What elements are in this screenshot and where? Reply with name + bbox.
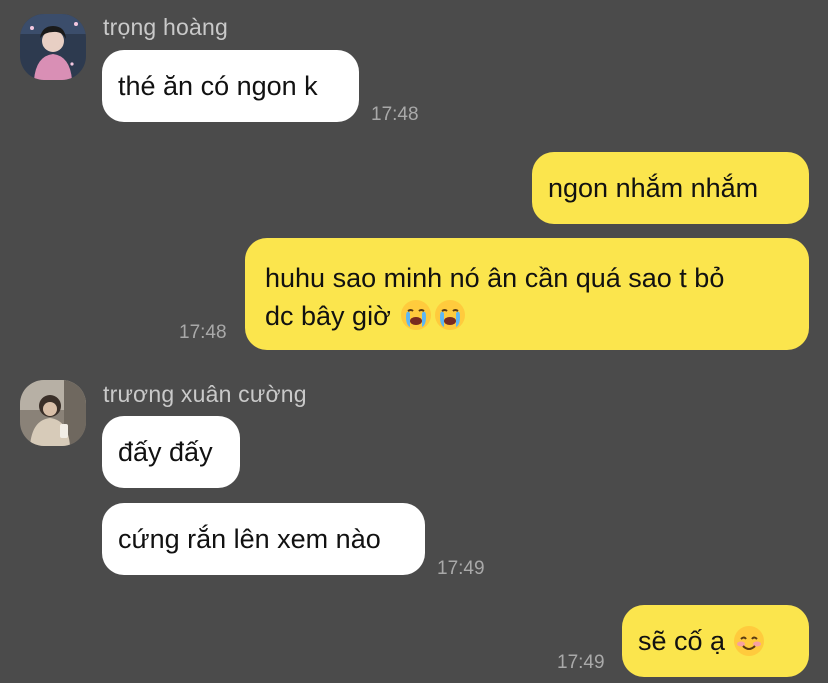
message-bubble[interactable]: đấy đấy [102,416,240,488]
message-text: cứng rắn lên xem nào [118,524,381,554]
avatar-trong-hoang[interactable] [20,14,86,80]
message-line: huhu sao minh nó ân cần quá sao t bỏ [265,263,725,293]
loudly-crying-face-icon [400,299,432,331]
message-text: sẽ cố ạ [638,626,726,656]
message-text: đấy đấy [118,437,213,467]
message-bubble[interactable]: sẽ cố ạ [622,605,809,677]
message-line: dc bây giờ [265,301,391,331]
avatar-truong-xuan-cuong[interactable] [20,380,86,446]
message-text: thé ăn có ngon k [118,71,318,101]
message-timestamp: 17:49 [557,652,605,673]
smiling-face-icon [733,625,765,657]
message-text: huhu sao minh nó ân cần quá sao t bỏ dc … [265,260,724,334]
message-timestamp: 17:49 [437,558,485,579]
chat-view[interactable]: trọng hoàng thé ăn có ngon k 17:48 ngon … [0,0,828,683]
message-line-2: dc bây giờ [265,298,724,334]
avatar-image [20,380,86,446]
message-bubble[interactable]: ngon nhắm nhắm [532,152,809,224]
sender-name: trọng hoàng [103,14,228,40]
message-timestamp: 17:48 [179,322,227,343]
sender-name: trương xuân cường [103,381,307,407]
message-bubble[interactable]: huhu sao minh nó ân cần quá sao t bỏ dc … [245,238,809,350]
avatar-image [20,14,86,80]
message-bubble[interactable]: cứng rắn lên xem nào [102,503,425,575]
message-bubble[interactable]: thé ăn có ngon k [102,50,359,122]
loudly-crying-face-icon [434,299,466,331]
message-text: ngon nhắm nhắm [548,173,759,203]
message-timestamp: 17:48 [371,104,419,125]
